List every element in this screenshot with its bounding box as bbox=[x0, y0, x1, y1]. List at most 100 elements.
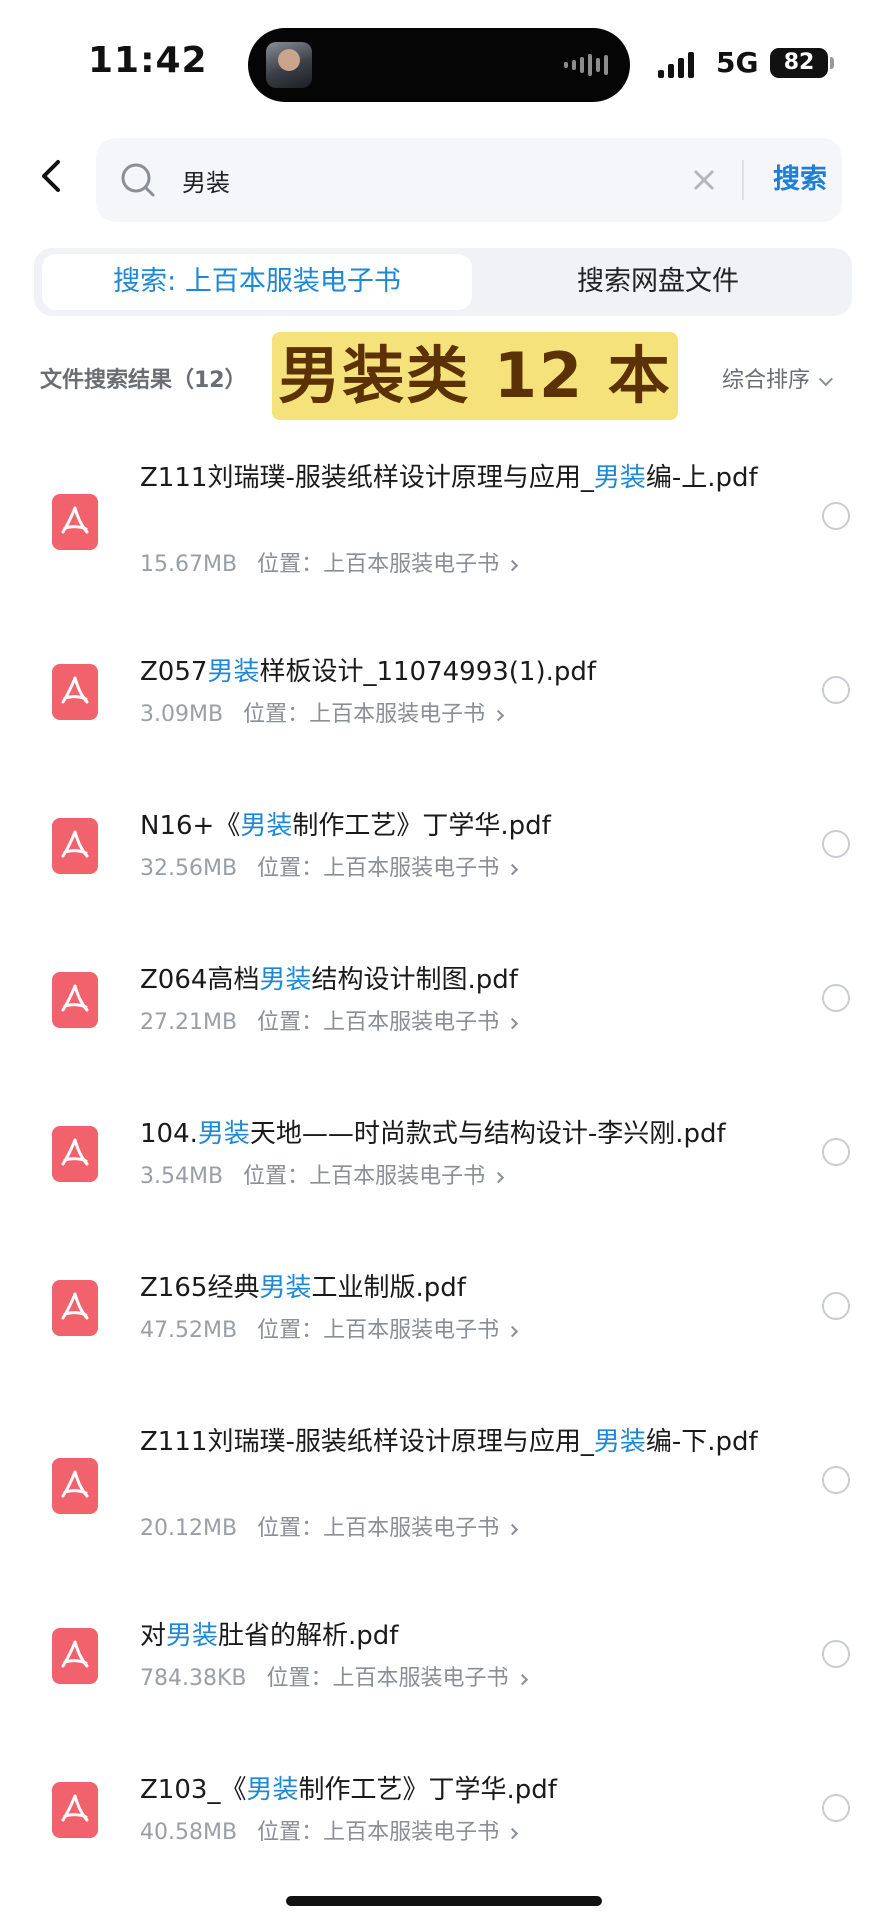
file-location-link[interactable]: 上百本服装电子书 bbox=[323, 1010, 499, 1035]
file-meta: 3.09MB 位置：上百本服装电子书 bbox=[140, 700, 780, 730]
file-list-item[interactable]: Z165经典男装工业制版.pdf 47.52MB 位置：上百本服装电子书 bbox=[0, 1268, 884, 1378]
file-name-prefix: 104. bbox=[140, 1119, 198, 1149]
pdf-file-icon bbox=[52, 664, 98, 720]
file-size: 40.58MB bbox=[140, 1820, 238, 1845]
file-name-suffix: 制作工艺》丁学华.pdf bbox=[298, 1775, 557, 1805]
location-label: 位置： bbox=[257, 552, 324, 577]
file-name-suffix: 工业制版.pdf bbox=[311, 1273, 466, 1303]
file-name-prefix: Z111刘瑞璞-服装纸样设计原理与应用_ bbox=[140, 1427, 594, 1457]
pdf-file-icon bbox=[52, 1280, 98, 1336]
search-highlight: 男装 bbox=[593, 1427, 646, 1457]
file-size: 27.21MB bbox=[140, 1010, 238, 1035]
chevron-right-icon bbox=[516, 1673, 528, 1686]
file-location-link[interactable]: 上百本服装电子书 bbox=[323, 856, 499, 881]
location-label: 位置： bbox=[257, 1516, 324, 1541]
search-highlight: 男装 bbox=[259, 965, 312, 995]
file-size: 47.52MB bbox=[140, 1318, 238, 1343]
select-radio[interactable] bbox=[822, 676, 850, 704]
select-radio[interactable] bbox=[822, 1794, 850, 1822]
file-location-link[interactable]: 上百本服装电子书 bbox=[323, 1516, 499, 1541]
file-name-prefix: Z165经典 bbox=[140, 1273, 260, 1303]
file-size: 20.12MB bbox=[140, 1516, 238, 1541]
pdf-file-icon bbox=[52, 972, 98, 1028]
file-list-item[interactable]: Z057男装样板设计_11074993(1).pdf 3.09MB 位置：上百本服装… bbox=[0, 652, 884, 762]
file-size: 3.09MB bbox=[140, 702, 224, 727]
file-list-item[interactable]: Z111刘瑞璞-服装纸样设计原理与应用_男装编-上.pdf 15.67MB 位置：上… bbox=[0, 458, 884, 608]
file-name: Z057男装样板设计_11074993(1).pdf bbox=[140, 652, 780, 692]
pdf-file-icon bbox=[52, 1782, 98, 1838]
file-name: Z064高档男装结构设计制图.pdf bbox=[140, 960, 780, 1000]
file-name: Z103_《男装制作工艺》丁学华.pdf bbox=[140, 1770, 780, 1810]
file-name-suffix: 结构设计制图.pdf bbox=[311, 965, 518, 995]
file-name: 104.男装天地——时尚款式与结构设计-李兴刚.pdf bbox=[140, 1114, 780, 1154]
file-meta: 40.58MB 位置：上百本服装电子书 bbox=[140, 1818, 780, 1848]
chevron-right-icon bbox=[506, 559, 519, 572]
select-radio[interactable] bbox=[822, 1292, 850, 1320]
pdf-file-icon bbox=[52, 1628, 98, 1684]
chevron-right-icon bbox=[506, 1827, 519, 1840]
file-meta: 47.52MB 位置：上百本服装电子书 bbox=[140, 1316, 780, 1346]
search-highlight: 男装 bbox=[207, 657, 260, 687]
chevron-right-icon bbox=[506, 1523, 519, 1536]
file-list-item[interactable]: Z103_《男装制作工艺》丁学华.pdf 40.58MB 位置：上百本服装电子书 bbox=[0, 1770, 884, 1880]
file-name-suffix: 编-上.pdf bbox=[645, 463, 758, 493]
file-location-link[interactable]: 上百本服装电子书 bbox=[309, 702, 485, 727]
search-highlight: 男装 bbox=[166, 1621, 219, 1651]
file-size: 3.54MB bbox=[140, 1164, 224, 1189]
file-meta: 15.67MB 位置：上百本服装电子书 bbox=[140, 550, 780, 580]
file-name: N16+《男装制作工艺》丁学华.pdf bbox=[140, 806, 780, 846]
location-label: 位置： bbox=[266, 1666, 333, 1691]
file-meta: 3.54MB 位置：上百本服装电子书 bbox=[140, 1162, 780, 1192]
file-name-prefix: N16+《 bbox=[140, 811, 241, 841]
pdf-file-icon bbox=[52, 494, 98, 550]
file-size: 784.38KB bbox=[140, 1666, 247, 1691]
location-label: 位置： bbox=[243, 702, 310, 727]
select-radio[interactable] bbox=[822, 502, 850, 530]
location-label: 位置： bbox=[257, 1318, 324, 1343]
file-list-item[interactable]: Z064高档男装结构设计制图.pdf 27.21MB 位置：上百本服装电子书 bbox=[0, 960, 884, 1070]
select-radio[interactable] bbox=[822, 1138, 850, 1166]
file-size: 15.67MB bbox=[140, 552, 238, 577]
file-name-prefix: Z103_《 bbox=[140, 1775, 247, 1805]
file-location-link[interactable]: 上百本服装电子书 bbox=[323, 552, 499, 577]
location-label: 位置： bbox=[257, 856, 324, 881]
file-location-link[interactable]: 上百本服装电子书 bbox=[323, 1318, 499, 1343]
search-highlight: 男装 bbox=[240, 811, 293, 841]
file-meta: 784.38KB 位置：上百本服装电子书 bbox=[140, 1664, 780, 1694]
location-label: 位置： bbox=[243, 1164, 310, 1189]
file-name-suffix: 肚省的解析.pdf bbox=[218, 1621, 399, 1651]
location-label: 位置： bbox=[257, 1820, 324, 1845]
chevron-right-icon bbox=[492, 709, 505, 722]
chevron-right-icon bbox=[506, 863, 519, 876]
file-name: Z111刘瑞璞-服装纸样设计原理与应用_男装编-上.pdf bbox=[140, 458, 780, 498]
select-radio[interactable] bbox=[822, 1466, 850, 1494]
file-name-suffix: 天地——时尚款式与结构设计-李兴刚.pdf bbox=[249, 1119, 726, 1149]
file-name-suffix: 样板设计_11074993(1).pdf bbox=[259, 657, 597, 687]
location-label: 位置： bbox=[257, 1010, 324, 1035]
file-name: Z111刘瑞璞-服装纸样设计原理与应用_男装编-下.pdf bbox=[140, 1422, 780, 1462]
select-radio[interactable] bbox=[822, 1640, 850, 1668]
chevron-right-icon bbox=[506, 1325, 519, 1338]
select-radio[interactable] bbox=[822, 984, 850, 1012]
file-location-link[interactable]: 上百本服装电子书 bbox=[333, 1666, 509, 1691]
search-highlight: 男装 bbox=[259, 1273, 312, 1303]
file-location-link[interactable]: 上百本服装电子书 bbox=[323, 1820, 499, 1845]
home-indicator[interactable] bbox=[286, 1896, 602, 1906]
file-name-suffix: 制作工艺》丁学华.pdf bbox=[292, 811, 551, 841]
file-name: 对男装肚省的解析.pdf bbox=[140, 1616, 780, 1656]
chevron-right-icon bbox=[492, 1171, 505, 1184]
file-location-link[interactable]: 上百本服装电子书 bbox=[309, 1164, 485, 1189]
file-list-item[interactable]: N16+《男装制作工艺》丁学华.pdf 32.56MB 位置：上百本服装电子书 bbox=[0, 806, 884, 916]
file-name-prefix: Z111刘瑞璞-服装纸样设计原理与应用_ bbox=[140, 463, 594, 493]
file-size: 32.56MB bbox=[140, 856, 238, 881]
file-list-item[interactable]: 104.男装天地——时尚款式与结构设计-李兴刚.pdf 3.54MB 位置：上百本服… bbox=[0, 1114, 884, 1224]
file-list-item[interactable]: Z111刘瑞璞-服装纸样设计原理与应用_男装编-下.pdf 20.12MB 位置：上… bbox=[0, 1422, 884, 1572]
file-meta: 20.12MB 位置：上百本服装电子书 bbox=[140, 1514, 780, 1544]
search-highlight: 男装 bbox=[246, 1775, 299, 1805]
file-list-item[interactable]: 对男装肚省的解析.pdf 784.38KB 位置：上百本服装电子书 bbox=[0, 1616, 884, 1726]
search-highlight: 男装 bbox=[593, 463, 646, 493]
file-meta: 27.21MB 位置：上百本服装电子书 bbox=[140, 1008, 780, 1038]
chevron-right-icon bbox=[506, 1017, 519, 1030]
select-radio[interactable] bbox=[822, 830, 850, 858]
file-name-prefix: 对 bbox=[140, 1621, 167, 1651]
